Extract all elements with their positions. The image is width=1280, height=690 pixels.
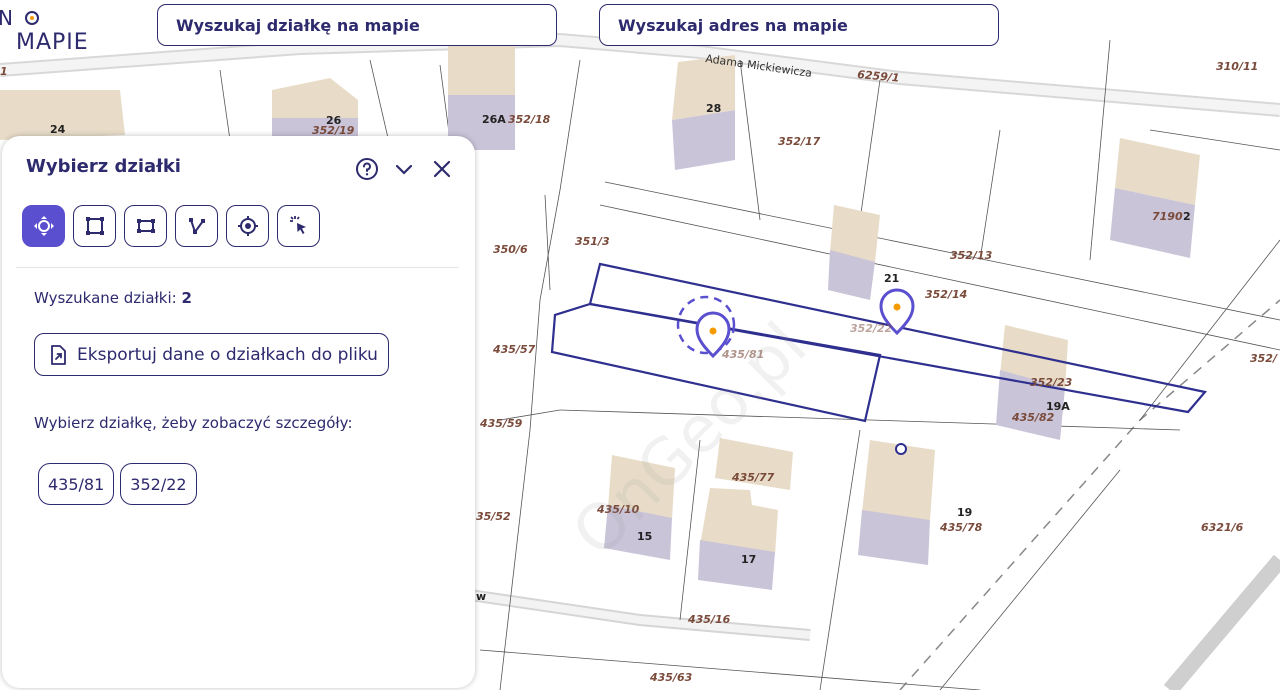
- tool-polygon-select[interactable]: [175, 205, 218, 247]
- svg-text:435/59: 435/59: [479, 417, 523, 430]
- divider: [16, 267, 459, 268]
- polygon-select-icon: [188, 218, 205, 235]
- plot-chip[interactable]: 352/22: [120, 463, 197, 505]
- svg-text:350/6: 350/6: [493, 243, 528, 256]
- svg-text:435/78: 435/78: [939, 521, 983, 534]
- svg-text:352/13: 352/13: [950, 249, 993, 262]
- svg-text:21: 21: [884, 272, 899, 285]
- help-button[interactable]: [354, 156, 380, 182]
- svg-text:435/63: 435/63: [649, 671, 693, 684]
- svg-text:19: 19: [957, 506, 972, 519]
- svg-text:2: 2: [1183, 210, 1191, 223]
- choose-plot-hint: Wybierz działkę, żeby zobaczyć szczegóły…: [34, 414, 353, 432]
- point-select-icon: [237, 216, 258, 236]
- svg-text:6321/6: 6321/6: [1201, 521, 1244, 534]
- found-plots-label: Wyszukane działki:: [34, 289, 182, 307]
- close-icon: [433, 160, 451, 178]
- svg-text:7190: 7190: [1152, 210, 1183, 223]
- close-button[interactable]: [429, 156, 455, 182]
- logo-text-n: N: [0, 6, 13, 30]
- collapse-button[interactable]: [391, 156, 417, 182]
- rectangle-select-icon: [85, 217, 104, 235]
- svg-text:352/23: 352/23: [1030, 376, 1073, 389]
- svg-text:310/11: 310/11: [1216, 60, 1258, 73]
- logo-pin-icon: [25, 11, 39, 25]
- panel-title: Wybierz działki: [26, 156, 181, 177]
- found-plots-text: Wyszukane działki: 2: [34, 289, 192, 307]
- click-select-icon: [289, 216, 306, 234]
- tool-rectangle-select[interactable]: [73, 205, 116, 247]
- selection-toolbar: [22, 205, 320, 247]
- tool-click-select[interactable]: [277, 205, 320, 247]
- svg-text:435/82: 435/82: [1011, 411, 1055, 424]
- tool-box-select[interactable]: [124, 205, 167, 247]
- tool-point-select[interactable]: [226, 205, 269, 247]
- help-icon: [356, 158, 378, 180]
- svg-text:35/52: 35/52: [476, 510, 511, 523]
- tool-move-selection[interactable]: [22, 205, 65, 247]
- svg-text:w: w: [476, 590, 486, 603]
- box-select-icon: [136, 219, 155, 233]
- svg-text:352/14: 352/14: [925, 288, 967, 301]
- svg-text:352/17: 352/17: [778, 135, 821, 148]
- chevron-down-icon: [395, 164, 413, 175]
- export-button-label: Eksportuj dane o działkach do pliku: [77, 344, 378, 365]
- svg-text:352/18: 352/18: [508, 113, 551, 126]
- svg-text:28: 28: [706, 102, 721, 115]
- export-button[interactable]: Eksportuj dane o działkach do pliku: [34, 333, 389, 376]
- plot-chip[interactable]: 435/81: [38, 463, 115, 505]
- svg-text:352/: 352/: [1250, 352, 1278, 365]
- svg-text:435/16: 435/16: [687, 613, 731, 626]
- svg-text:351/3: 351/3: [575, 235, 610, 248]
- logo-text-mapie: MAPIE: [16, 30, 89, 55]
- move-selection-icon: [33, 216, 54, 236]
- svg-text:352/22: 352/22: [850, 322, 893, 335]
- export-file-icon: [51, 344, 66, 365]
- svg-text:26A: 26A: [482, 113, 506, 126]
- plot-chips: 435/81 352/22: [38, 463, 197, 505]
- select-plots-panel: Wybierz działki Wyszukane działki: 2 Eks…: [2, 136, 475, 688]
- svg-text:24: 24: [50, 123, 66, 136]
- app-logo[interactable]: N MAPIE: [0, 6, 130, 56]
- svg-text:17: 17: [741, 553, 756, 566]
- plot-search-input[interactable]: [157, 4, 557, 46]
- svg-text:435/57: 435/57: [492, 343, 536, 356]
- found-plots-count: 2: [181, 289, 192, 307]
- svg-text:435/77: 435/77: [731, 471, 775, 484]
- address-search-input[interactable]: [599, 4, 999, 46]
- svg-text:1: 1: [0, 65, 8, 78]
